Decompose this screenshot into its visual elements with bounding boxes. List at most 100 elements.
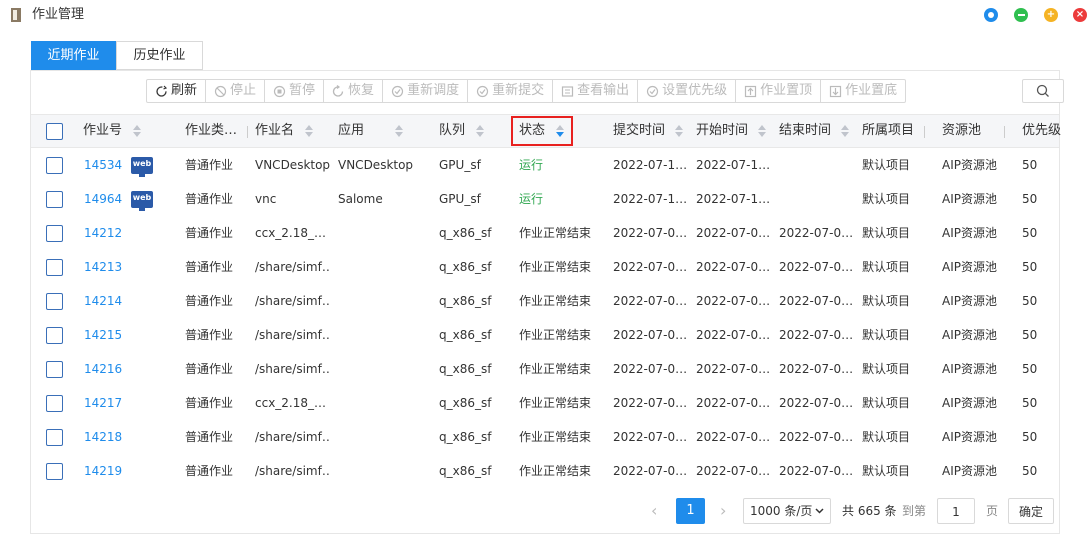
cell-pool: AIP资源池 bbox=[942, 192, 997, 206]
close-window-icon[interactable]: × bbox=[1073, 8, 1087, 22]
toolbar-button-pin-bottom[interactable]: 作业置底 bbox=[821, 80, 905, 102]
column-resize-handle[interactable] bbox=[247, 126, 248, 138]
sort-caret-icon[interactable] bbox=[395, 125, 403, 137]
toolbar-button-label: 作业置底 bbox=[845, 83, 898, 98]
sort-caret-icon[interactable] bbox=[133, 125, 141, 137]
column-header[interactable]: 结束时间 bbox=[779, 115, 831, 147]
job-id-link[interactable]: 14534 bbox=[84, 148, 124, 182]
toolbar-button-priority[interactable]: 设置优先级 bbox=[638, 80, 737, 102]
row-checkbox[interactable] bbox=[46, 429, 63, 446]
column-header[interactable]: 所属项目 bbox=[862, 115, 914, 147]
cell-status: 运行 bbox=[519, 158, 544, 172]
job-id-link[interactable]: 14215 bbox=[84, 318, 124, 352]
cell-start: 2022-07-0… bbox=[696, 362, 771, 376]
cell-project: 默认项目 bbox=[862, 192, 911, 206]
job-id-link[interactable]: 14964 bbox=[84, 182, 124, 216]
table-row[interactable]: 14213 普通作业/share/simf… q_x86_sf 作业正常结束 2022-… bbox=[31, 250, 1059, 284]
stop-icon bbox=[214, 85, 227, 97]
row-checkbox[interactable] bbox=[46, 361, 63, 378]
goto-page-input[interactable]: 1 bbox=[937, 498, 975, 524]
sort-caret-icon[interactable] bbox=[476, 125, 484, 137]
sort-caret-icon[interactable] bbox=[675, 125, 683, 137]
cell-project: 默认项目 bbox=[862, 362, 911, 376]
row-checkbox[interactable] bbox=[46, 463, 63, 480]
cell-start: 2022-07-0… bbox=[696, 226, 771, 240]
goto-label: 到第 bbox=[902, 504, 927, 518]
column-header[interactable]: 提交时间 bbox=[613, 115, 665, 147]
sort-caret-icon[interactable] bbox=[305, 125, 313, 137]
row-checkbox[interactable] bbox=[46, 293, 63, 310]
column-header[interactable]: 应用 bbox=[338, 115, 364, 147]
job-id-link[interactable]: 14214 bbox=[84, 284, 124, 318]
prev-page-button[interactable]: ‹ bbox=[651, 498, 657, 524]
cell-pool: AIP资源池 bbox=[942, 328, 997, 342]
table-row[interactable]: 14218 普通作业/share/simf… q_x86_sf 作业正常结束 2022-… bbox=[31, 420, 1059, 454]
table-row[interactable]: 14216 普通作业/share/simf… q_x86_sf 作业正常结束 2022-… bbox=[31, 352, 1059, 386]
search-button[interactable] bbox=[1022, 79, 1064, 103]
cell-submit: 2022-07-0… bbox=[613, 464, 688, 478]
sort-caret-icon[interactable] bbox=[841, 125, 849, 137]
cell-type: 普通作业 bbox=[185, 362, 234, 376]
column-header[interactable]: 资源池 bbox=[942, 115, 981, 147]
table-row[interactable]: 14214 普通作业/share/simf… q_x86_sf 作业正常结束 2022-… bbox=[31, 284, 1059, 318]
row-checkbox[interactable] bbox=[46, 157, 63, 174]
toolbar-button-pin-top[interactable]: 作业置顶 bbox=[736, 80, 822, 102]
column-resize-handle[interactable] bbox=[924, 126, 925, 138]
cell-status: 作业正常结束 bbox=[519, 226, 592, 240]
maximize-window-icon[interactable]: + bbox=[1044, 8, 1058, 22]
table-row[interactable]: 14964 普通作业 vnc Salome GPU_sf 运行 2022-07-1… 2022… bbox=[31, 182, 1059, 216]
job-id-link[interactable]: 14218 bbox=[84, 420, 124, 454]
cell-queue: q_x86_sf bbox=[439, 362, 492, 376]
cell-type: 普通作业 bbox=[185, 192, 234, 206]
toolbar-button-reschedule[interactable]: 重新调度 bbox=[383, 80, 469, 102]
select-all-checkbox[interactable] bbox=[46, 123, 63, 140]
cell-end: 2022-07-0… bbox=[779, 294, 854, 308]
column-header[interactable]: 队列 bbox=[439, 115, 465, 147]
column-header[interactable]: 作业类… bbox=[185, 115, 237, 147]
column-header[interactable]: 开始时间 bbox=[696, 115, 748, 147]
toolbar-button-view-output[interactable]: 查看输出 bbox=[553, 80, 639, 102]
table-row[interactable]: 14215 普通作业/share/simf… q_x86_sf 作业正常结束 2022-… bbox=[31, 318, 1059, 352]
info-window-icon[interactable] bbox=[984, 8, 998, 22]
web-desktop-icon[interactable]: web bbox=[131, 191, 153, 211]
page-size-select[interactable]: 1000 条/页 bbox=[743, 498, 831, 524]
column-resize-handle[interactable] bbox=[1004, 126, 1005, 138]
table-row[interactable]: 14217 普通作业 ccx_2.18_… q_x86_sf 作业正常结束 2022-07… bbox=[31, 386, 1059, 420]
goto-confirm-button[interactable]: 确定 bbox=[1008, 498, 1054, 524]
row-checkbox[interactable] bbox=[46, 395, 63, 412]
cell-name: /share/simf… bbox=[255, 294, 330, 308]
job-id-link[interactable]: 14217 bbox=[84, 386, 124, 420]
job-id-link[interactable]: 14212 bbox=[84, 216, 124, 250]
table-row[interactable]: 14219 普通作业/share/simf… q_x86_sf 作业正常结束 2022-… bbox=[31, 454, 1059, 488]
job-id-link[interactable]: 14216 bbox=[84, 352, 124, 386]
table-row[interactable]: 14534 普通作业 VNCDesktop VNCDesktop GPU_sf 运行 202… bbox=[31, 148, 1059, 182]
toolbar-button-pause[interactable]: 暂停 bbox=[265, 80, 325, 102]
table-row[interactable]: 14212 普通作业 ccx_2.18_… q_x86_sf 作业正常结束 2022-07… bbox=[31, 216, 1059, 250]
toolbar-button-resubmit[interactable]: 重新提交 bbox=[468, 80, 554, 102]
job-id-link[interactable]: 14219 bbox=[84, 454, 124, 488]
row-checkbox[interactable] bbox=[46, 225, 63, 242]
next-page-button[interactable]: › bbox=[720, 498, 726, 524]
column-header[interactable]: 作业号 bbox=[83, 115, 122, 147]
minimize-window-icon[interactable] bbox=[1014, 8, 1028, 22]
column-header[interactable]: 作业名 bbox=[255, 115, 294, 147]
toolbar-button-stop[interactable]: 停止 bbox=[206, 80, 266, 102]
toolbar-button-refresh[interactable]: 刷新 bbox=[147, 80, 207, 102]
job-id-link[interactable]: 14213 bbox=[84, 250, 124, 284]
cell-name: /share/simf… bbox=[255, 464, 330, 478]
app-icon bbox=[11, 8, 21, 22]
web-desktop-icon[interactable]: web bbox=[131, 157, 153, 177]
tab-history-jobs[interactable]: 历史作业 bbox=[116, 41, 203, 70]
cell-submit: 2022-07-0… bbox=[613, 396, 688, 410]
column-header[interactable]: 优先级 bbox=[1022, 115, 1061, 147]
cell-pool: AIP资源池 bbox=[942, 396, 997, 410]
tab-recent-jobs[interactable]: 近期作业 bbox=[31, 41, 116, 70]
current-page-button[interactable]: 1 bbox=[676, 498, 705, 524]
row-checkbox[interactable] bbox=[46, 259, 63, 276]
row-checkbox[interactable] bbox=[46, 327, 63, 344]
sort-caret-icon[interactable] bbox=[758, 125, 766, 137]
cell-queue: q_x86_sf bbox=[439, 328, 492, 342]
toolbar-button-resume[interactable]: 恢复 bbox=[324, 80, 384, 102]
row-checkbox[interactable] bbox=[46, 191, 63, 208]
cell-submit: 2022-07-1… bbox=[613, 192, 688, 206]
